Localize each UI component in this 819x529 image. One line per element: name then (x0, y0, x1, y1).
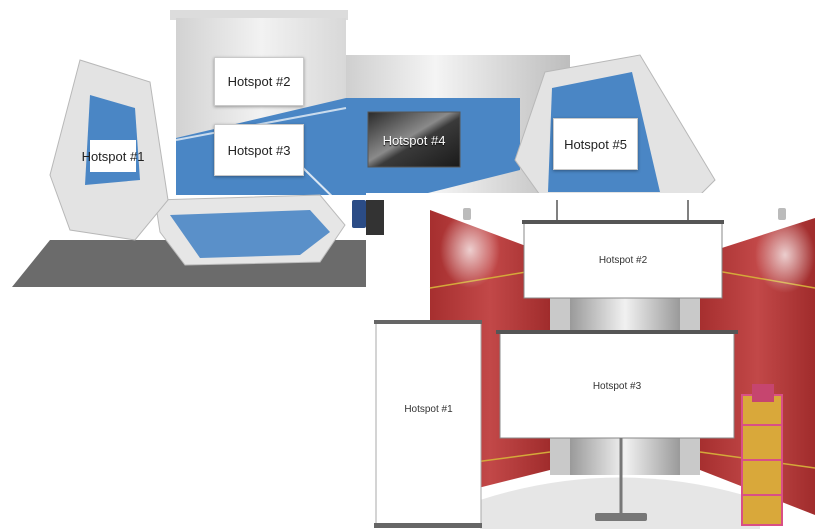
red-booth-scene: Hotspot #2 Hotspot #3 Hotspot #1 (0, 0, 819, 529)
red-hotspot-1[interactable]: Hotspot #1 (376, 324, 481, 494)
spotlight-icon (463, 208, 471, 220)
red-hotspot-3[interactable]: Hotspot #3 (500, 335, 734, 438)
screen-stand-base (595, 513, 647, 521)
red-hotspot-2[interactable]: Hotspot #2 (524, 222, 722, 298)
brochure-icon (752, 384, 774, 402)
spotlight-icon-2 (778, 208, 786, 220)
